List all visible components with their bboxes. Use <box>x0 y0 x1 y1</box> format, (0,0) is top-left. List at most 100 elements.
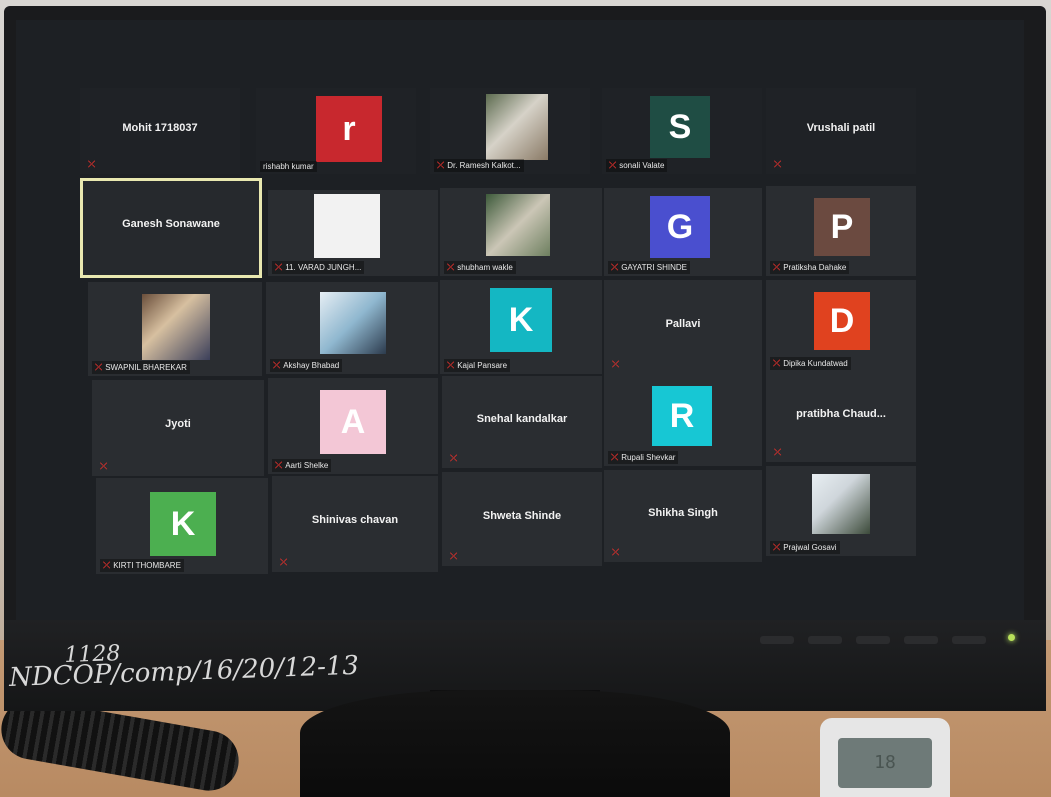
monitor-stand <box>300 690 730 797</box>
muted-mic-icon: ⤫ <box>95 362 103 372</box>
muted-mic-icon: ⤫ <box>773 358 781 368</box>
participant-name: Aarti Shelke <box>285 461 329 470</box>
participant-photo <box>320 292 386 354</box>
participant-tile[interactable]: Jyoti ⤫ <box>92 380 264 476</box>
participant-label: ⤫ Akshay Bhabad <box>270 359 343 372</box>
avatar: K <box>150 492 216 556</box>
muted-mic-icon: ⤫ <box>100 461 108 471</box>
monitor-buttons <box>760 636 986 644</box>
participant-name: Prajwal Gosavi <box>783 543 837 552</box>
participant-photo <box>486 94 548 160</box>
participant-tile[interactable]: Shinivas chavan ⤫ <box>272 476 438 572</box>
participant-tile[interactable]: P ⤫ Pratiksha Dahake <box>766 186 916 276</box>
monitor-button[interactable] <box>904 636 938 644</box>
participant-name: Shikha Singh <box>648 506 718 519</box>
participant-label: ⤫ Dipika Kundatwad <box>770 357 851 370</box>
participant-name: Pratiksha Dahake <box>783 263 847 272</box>
participant-name: Snehal kandalkar <box>476 412 568 425</box>
monitor-button[interactable] <box>856 636 890 644</box>
participant-tile[interactable]: S ⤫ sonali Valate <box>602 88 762 174</box>
participant-name: Shinivas chavan <box>311 514 399 527</box>
muted-mic-icon: ⤫ <box>447 360 455 370</box>
muted-mic-icon: ⤫ <box>273 360 281 370</box>
muted-mic-icon: ⤫ <box>611 262 619 272</box>
muted-mic-icon: ⤫ <box>773 262 781 272</box>
muted-mic-icon: ⤫ <box>612 547 620 557</box>
participant-tile[interactable]: Vrushali patil ⤫ <box>766 88 916 174</box>
avatar: R <box>652 386 712 446</box>
muted-mic-icon: ⤫ <box>275 262 283 272</box>
participant-name: Pallavi <box>665 317 701 330</box>
participant-label: ⤫ Rupali Shevkar <box>608 451 679 464</box>
avatar <box>314 194 380 258</box>
participant-name: Rupali Shevkar <box>621 453 676 462</box>
participant-name: GAYATRI SHINDE <box>621 263 687 272</box>
participant-photo <box>142 294 210 360</box>
muted-mic-icon: ⤫ <box>275 460 283 470</box>
participant-tile[interactable]: r rishabh kumar <box>256 88 416 174</box>
muted-mic-icon: ⤫ <box>774 447 782 457</box>
participant-tile[interactable]: ⤫ Prajwal Gosavi <box>766 466 916 556</box>
participant-label: ⤫ sonali Valate <box>606 159 668 172</box>
participant-label: rishabh kumar <box>260 161 317 172</box>
participant-tile[interactable]: R ⤫ Rupali Shevkar <box>604 374 762 466</box>
participant-label: ⤫ KIRTI THOMBARE <box>100 559 184 572</box>
participant-tile[interactable]: ⤫ SWAPNIL BHAREKAR <box>88 282 262 376</box>
participant-tile-active-speaker[interactable]: Ganesh Sonawane <box>80 178 262 278</box>
participant-tile[interactable]: K ⤫ Kajal Pansare <box>440 280 602 374</box>
participant-name: Akshay Bhabad <box>283 361 340 370</box>
participant-tile[interactable]: Shweta Shinde ⤫ <box>442 472 602 566</box>
participant-photo <box>486 194 550 256</box>
avatar: r <box>316 96 382 162</box>
participant-label: ⤫ Pratiksha Dahake <box>770 261 850 274</box>
muted-mic-icon: ⤫ <box>280 557 288 567</box>
muted-mic-icon: ⤫ <box>88 159 96 169</box>
avatar: G <box>650 196 710 258</box>
participant-tile[interactable]: Mohit 1718037 ⤫ <box>80 88 240 174</box>
participant-name: Shweta Shinde <box>482 509 562 522</box>
participant-label: ⤫ GAYATRI SHINDE <box>608 261 690 274</box>
participant-name: Jyoti <box>165 418 191 431</box>
participant-tile[interactable]: ⤫ Akshay Bhabad <box>266 282 438 374</box>
avatar: A <box>320 390 386 454</box>
digital-meter: 18 <box>820 718 950 797</box>
muted-mic-icon: ⤫ <box>447 262 455 272</box>
participant-name: shubham wakle <box>457 263 513 272</box>
participant-name: rishabh kumar <box>263 162 314 171</box>
participant-label: ⤫ 11. VARAD JUNGH... <box>272 261 365 274</box>
meter-display: 18 <box>838 738 932 788</box>
participant-tile[interactable]: K ⤫ KIRTI THOMBARE <box>96 478 268 574</box>
participant-tile[interactable]: ⤫ shubham wakle <box>440 188 602 276</box>
participant-tile[interactable]: Shikha Singh ⤫ <box>604 470 762 562</box>
participant-tile[interactable]: ⤫ 11. VARAD JUNGH... <box>268 190 438 276</box>
monitor-button[interactable] <box>808 636 842 644</box>
participant-label: ⤫ Dr. Ramesh Kalkot... <box>434 159 524 172</box>
muted-mic-icon: ⤫ <box>437 160 445 170</box>
participant-photo <box>812 474 870 534</box>
participant-tile[interactable]: A ⤫ Aarti Shelke <box>268 378 438 474</box>
participant-label: ⤫ shubham wakle <box>444 261 516 274</box>
participant-tile[interactable]: D ⤫ Dipika Kundatwad <box>766 280 916 372</box>
participant-tile[interactable]: pratibha Chaud... ⤫ <box>766 372 916 462</box>
monitor-button[interactable] <box>760 636 794 644</box>
power-led-icon <box>1008 634 1015 641</box>
monitor-button[interactable] <box>952 636 986 644</box>
monitor: ✋ Mohit 1718037 ⤫ r rishabh kumar ⤫Dr. R… <box>4 6 1046 711</box>
avatar: K <box>490 288 552 352</box>
participant-tile[interactable]: ⤫ Dr. Ramesh Kalkot... <box>430 88 590 174</box>
participant-name: sonali Valate <box>619 161 665 170</box>
participant-name: 11. VARAD JUNGH... <box>285 263 362 272</box>
participant-tile[interactable]: Pallavi ⤫ <box>604 280 762 374</box>
avatar: P <box>814 198 870 256</box>
participant-tile[interactable]: Snehal kandalkar ⤫ <box>442 376 602 468</box>
video-conference-screen: ✋ Mohit 1718037 ⤫ r rishabh kumar ⤫Dr. R… <box>16 20 1024 624</box>
participant-name: Ganesh Sonawane <box>122 218 220 230</box>
avatar: D <box>814 292 870 350</box>
muted-mic-icon: ⤫ <box>611 452 619 462</box>
participant-name: Mohit 1718037 <box>122 122 198 135</box>
muted-mic-icon: ⤫ <box>103 560 111 570</box>
participant-label: ⤫ SWAPNIL BHAREKAR <box>92 361 190 374</box>
participant-tile[interactable]: G ⤫ GAYATRI SHINDE <box>604 188 762 276</box>
muted-mic-icon: ⤫ <box>774 159 782 169</box>
participant-name: Dr. Ramesh Kalkot... <box>447 161 521 170</box>
